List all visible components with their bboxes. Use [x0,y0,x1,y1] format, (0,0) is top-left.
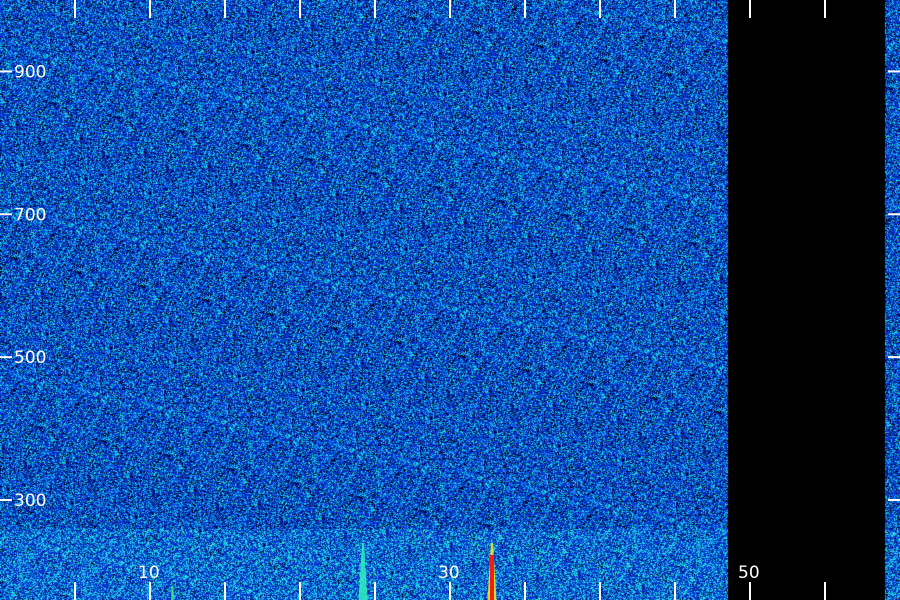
burst-core [490,555,494,600]
x-tick-label: 50 [738,563,760,583]
x-tick-label: 30 [438,563,460,583]
y-tick-label: 700 [14,205,46,225]
x-tick-label: 10 [138,563,160,583]
y-tick-label: 900 [14,62,46,82]
burst-feature [171,585,174,600]
spectrogram-heatmap [0,0,900,600]
plot-area [0,0,900,600]
spectrogram-chart: 300 500 700 900 10 30 50 [0,0,900,600]
y-tick-label: 300 [14,491,46,511]
y-tick-label: 500 [14,348,46,368]
burst-streak [171,585,174,600]
